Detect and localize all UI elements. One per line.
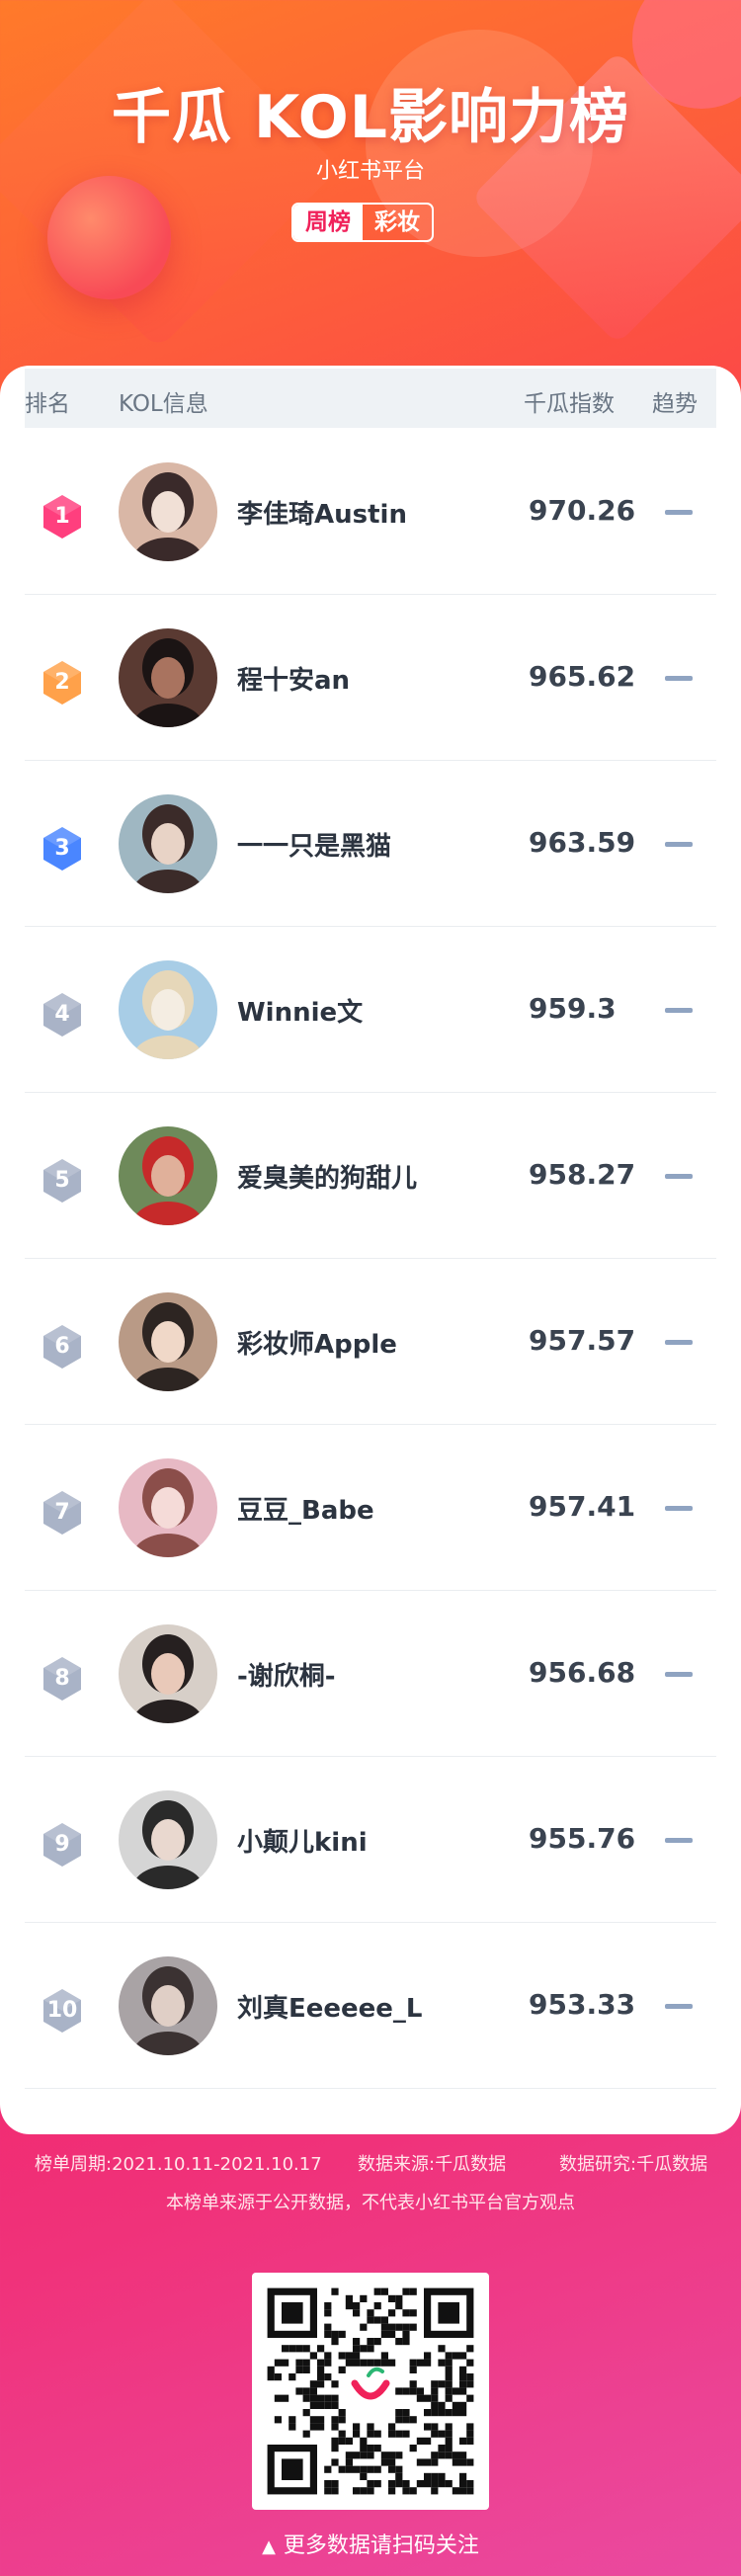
table-header: 排名 KOL信息 千瓜指数 趋势 <box>25 369 716 428</box>
table-row[interactable]: 7 豆豆_Babe 957.41 <box>25 1425 716 1591</box>
kol-name[interactable]: 刘真Eeeeee_L <box>237 1988 423 2025</box>
column-rank: 排名 <box>25 391 70 417</box>
table-row[interactable]: 5 爱臭美的狗甜儿 958.27 <box>25 1093 716 1259</box>
platform-subtitle: 小红书平台 <box>315 159 425 184</box>
footer-period: 榜单周期:2021.10.11-2021.10.17 <box>35 2154 322 2175</box>
qr-code[interactable] <box>252 2273 489 2510</box>
kol-index-value: 970.26 <box>529 494 636 527</box>
table-row[interactable]: 3 一一只是黑猫 963.59 <box>25 761 716 927</box>
kol-name[interactable]: 豆豆_Babe <box>237 1490 374 1527</box>
table-row[interactable]: 10 刘真Eeeeee_L 953.33 <box>25 1923 716 2089</box>
tag-makeup[interactable]: 彩妆 <box>363 205 432 240</box>
rank-hexagon-icon: 10 <box>41 1987 83 2035</box>
qr-code-image <box>267 2287 474 2495</box>
kol-name[interactable]: 彩妆师Apple <box>237 1324 397 1361</box>
avatar[interactable] <box>119 462 217 561</box>
avatar[interactable] <box>119 1790 217 1889</box>
avatar[interactable] <box>119 1292 217 1391</box>
trend-flat-icon <box>665 842 693 847</box>
rank-hexagon-icon: 3 <box>41 825 83 873</box>
rank-hexagon-icon: 9 <box>41 1821 83 1869</box>
rank-hexagon-icon: 4 <box>41 991 83 1039</box>
rank-number: 3 <box>54 836 70 861</box>
kol-index-value: 953.33 <box>529 1988 636 2021</box>
trend-flat-icon <box>665 510 693 515</box>
rank-number: 8 <box>54 1666 70 1691</box>
trend-flat-icon <box>665 2004 693 2009</box>
table-row[interactable]: 1 李佳琦Austin 970.26 <box>25 429 716 595</box>
kol-index-value: 965.62 <box>529 660 636 693</box>
avatar[interactable] <box>119 1956 217 2055</box>
rank-number: 5 <box>54 1168 70 1193</box>
rank-number: 10 <box>46 1998 78 2023</box>
column-kol-info: KOL信息 <box>119 391 208 417</box>
rank-hexagon-icon: 6 <box>41 1323 83 1371</box>
trend-flat-icon <box>665 1838 693 1843</box>
rank-hexagon-icon: 7 <box>41 1489 83 1537</box>
kol-index-value: 955.76 <box>529 1822 636 1855</box>
table-row[interactable]: 2 程十安an 965.62 <box>25 595 716 761</box>
rank-number: 2 <box>54 670 70 695</box>
qr-caption: ▲ 更多数据请扫码关注 <box>0 2528 741 2559</box>
avatar[interactable] <box>119 1624 217 1723</box>
kol-index-value: 957.57 <box>529 1324 636 1357</box>
kol-name[interactable]: 程十安an <box>237 660 350 697</box>
table-row[interactable]: 6 彩妆师Apple 957.57 <box>25 1259 716 1425</box>
avatar[interactable] <box>119 794 217 893</box>
rank-hexagon-icon: 8 <box>41 1655 83 1703</box>
trend-flat-icon <box>665 1672 693 1677</box>
kol-name[interactable]: -谢欣桐- <box>237 1656 336 1693</box>
footer-disclaimer: 本榜单来源于公开数据，不代表小红书平台官方观点 <box>166 2193 575 2213</box>
tag-weekly[interactable]: 周榜 <box>293 205 363 240</box>
kol-index-value: 963.59 <box>529 826 636 859</box>
avatar[interactable] <box>119 1126 217 1225</box>
rank-hexagon-icon: 5 <box>41 1157 83 1205</box>
triangle-up-icon: ▲ <box>262 2536 276 2557</box>
kol-name[interactable]: 一一只是黑猫 <box>237 826 391 863</box>
header: 千瓜 KOL影响力榜 小红书平台 周榜 彩妆 <box>0 0 741 366</box>
kol-index-value: 958.27 <box>529 1158 636 1191</box>
kol-name[interactable]: 小颠儿kini <box>237 1822 368 1859</box>
kol-name[interactable]: 李佳琦Austin <box>237 494 407 531</box>
page-title: 千瓜 KOL影响力榜 <box>112 83 629 152</box>
rank-hexagon-icon: 1 <box>41 493 83 540</box>
kol-name[interactable]: 爱臭美的狗甜儿 <box>237 1158 417 1195</box>
trend-flat-icon <box>665 1008 693 1013</box>
trend-flat-icon <box>665 676 693 681</box>
footer-source: 数据来源:千瓜数据 <box>358 2154 507 2175</box>
trend-flat-icon <box>665 1174 693 1179</box>
column-trend: 趋势 <box>652 391 698 417</box>
rank-hexagon-icon: 2 <box>41 659 83 706</box>
ranking-panel: 排名 KOL信息 千瓜指数 趋势 1 李佳琦Austin 970.26 2 程十… <box>0 366 741 2134</box>
column-index: 千瓜指数 <box>524 391 615 417</box>
avatar[interactable] <box>119 628 217 727</box>
tag-group: 周榜 彩妆 <box>291 203 434 242</box>
rank-number: 6 <box>54 1334 70 1359</box>
trend-flat-icon <box>665 1506 693 1511</box>
kol-index-value: 959.3 <box>529 992 617 1025</box>
kol-index-value: 957.41 <box>529 1490 636 1523</box>
rank-number: 4 <box>54 1002 70 1027</box>
rank-number: 1 <box>54 504 70 529</box>
table-row[interactable]: 9 小颠儿kini 955.76 <box>25 1757 716 1923</box>
trend-flat-icon <box>665 1340 693 1345</box>
table-row[interactable]: 4 Winnie文 959.3 <box>25 927 716 1093</box>
rank-number: 9 <box>54 1832 70 1857</box>
kol-name[interactable]: Winnie文 <box>237 992 363 1029</box>
kol-index-value: 956.68 <box>529 1656 636 1689</box>
avatar[interactable] <box>119 1458 217 1557</box>
footer-research: 数据研究:千瓜数据 <box>559 2154 708 2175</box>
rank-number: 7 <box>54 1500 70 1525</box>
table-row[interactable]: 8 -谢欣桐- 956.68 <box>25 1591 716 1757</box>
avatar[interactable] <box>119 960 217 1059</box>
qr-caption-text: 更多数据请扫码关注 <box>283 2534 479 2558</box>
